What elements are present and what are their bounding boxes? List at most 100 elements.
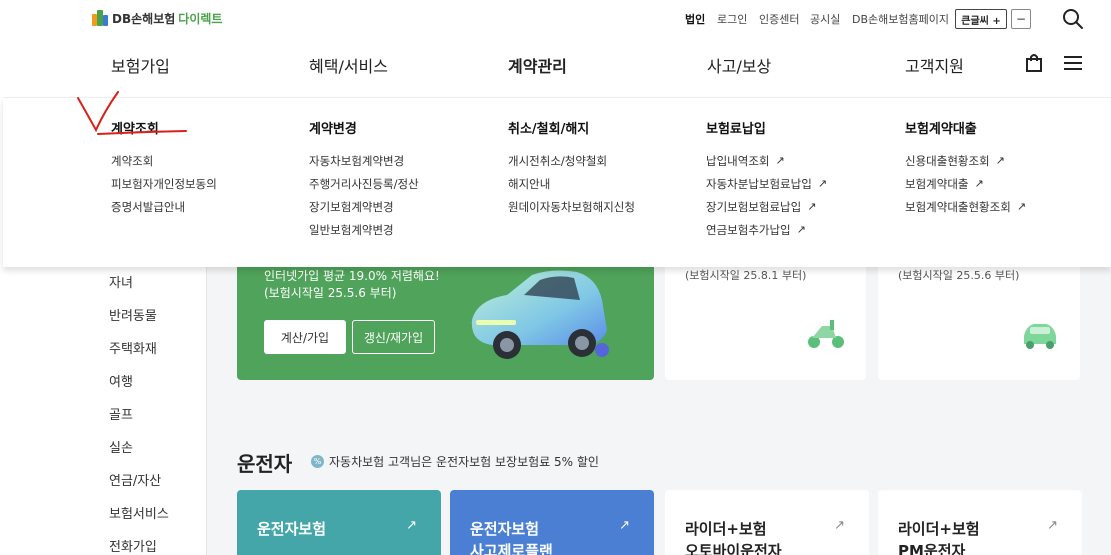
section-title-driver: 운전자 (237, 452, 293, 476)
menu-column-title[interactable]: 계약조회 (111, 118, 217, 137)
product-card-driver[interactable]: 운전자보험 ↗ (237, 490, 441, 555)
nav-item-insurance-join[interactable]: 보험가입 (111, 53, 170, 77)
mega-menu-dropdown: 계약조회 계약조회 피보험자개인정보동의 증명서발급안내 계약변경 자동차보험계… (3, 97, 1111, 267)
util-link-disclosure[interactable]: 공시실 (810, 11, 840, 27)
product-card-rider-pm[interactable]: 라이더+보험 PM운전자 ↗ (878, 490, 1082, 555)
product-subtitle: PM운전자 (898, 542, 966, 555)
product-subtitle: 오토바이운전자 (685, 542, 782, 555)
section-note-text: 자동차보험 고객님은 운전자보험 보장보험료 5% 할인 (329, 455, 599, 469)
hero-line-1: 인터넷가입 평균 19.0% 저렴해요! (264, 269, 440, 283)
menu-item[interactable]: 연금보험추가납입 ↗ (706, 218, 827, 241)
menu-item[interactable]: 주행거리사진등록/정산 (309, 172, 419, 195)
hamburger-menu-icon[interactable] (1063, 55, 1083, 71)
product-card-rider-motorbike[interactable]: 라이더+보험 오토바이운전자 ↗ (665, 490, 869, 555)
menu-item-label: 자동차분납보험료납입 (706, 176, 812, 191)
sidebar-item-pets[interactable]: 반려동물 (109, 305, 157, 324)
percent-icon: % (311, 455, 324, 468)
menu-item[interactable]: 납입내역조회 ↗ (706, 149, 827, 172)
product-subtitle: 사고제로플랜 (470, 542, 553, 555)
menu-item[interactable]: 자동차분납보험료납입 ↗ (706, 172, 827, 195)
menu-item-label: 보험계약대출현황조회 (905, 199, 1011, 214)
scooter-icon (808, 320, 844, 348)
util-link-db-homepage[interactable]: DB손해보험홈페이지 (852, 11, 949, 27)
nav-item-claims[interactable]: 사고/보상 (707, 53, 771, 77)
util-link-corporate[interactable]: 법인 (685, 11, 705, 27)
util-link-cert-center[interactable]: 인증센터 (759, 11, 799, 27)
sidebar-item-home-fire[interactable]: 주택화재 (109, 338, 157, 357)
external-link-icon: ↗ (796, 223, 806, 236)
menu-item-label: 피보험자개인정보동의 (111, 176, 217, 191)
sidebar-item-travel[interactable]: 여행 (109, 371, 133, 390)
logo-sub: 다이렉트 (178, 11, 223, 26)
menu-item-label: 일반보험계약변경 (309, 222, 394, 237)
external-link-icon: ↗ (619, 518, 630, 533)
menu-item-label: 연금보험추가납입 (706, 222, 791, 237)
product-title: 라이더+보험 (685, 520, 767, 538)
menu-item[interactable]: 증명서발급안내 (111, 195, 217, 218)
menu-item[interactable]: 피보험자개인정보동의 (111, 172, 217, 195)
sidebar-item-golf[interactable]: 골프 (109, 404, 133, 423)
nav-item-customer-support[interactable]: 고객지원 (905, 53, 964, 77)
menu-item[interactable]: 자동차보험계약변경 (309, 149, 419, 172)
renew-button[interactable]: 갱신/재가입 (352, 320, 435, 354)
page: 자녀 반려동물 주택화재 여행 골프 실손 연금/자산 보험서비스 전화가입 인… (0, 0, 1111, 555)
db-logo-icon (92, 10, 108, 26)
external-link-icon: ↗ (834, 518, 845, 533)
menu-column-title[interactable]: 보험료납입 (706, 118, 827, 137)
menu-item[interactable]: 원데이자동차보험해지신청 (508, 195, 635, 218)
util-link-login[interactable]: 로그인 (717, 11, 747, 27)
menu-item[interactable]: 장기보험계약변경 (309, 195, 419, 218)
external-link-icon: ↗ (817, 177, 828, 190)
nav-item-contract-management[interactable]: 계약관리 (508, 53, 567, 77)
hero-line-2: (보험시작일 25.5.6 부터) (264, 286, 397, 300)
external-link-icon: ↗ (995, 154, 1005, 167)
menu-item-label: 해지안내 (508, 176, 551, 191)
menu-item[interactable]: 장기보험보험료납입 ↗ (706, 195, 827, 218)
product-title: 운전자보험 (257, 520, 327, 538)
product-title: 운전자보험 (470, 520, 540, 538)
logo-brand: DB손해보험 (112, 11, 176, 26)
menu-column-policy-loan: 보험계약대출 신용대출현황조회 ↗ 보험계약대출 ↗ 보험계약대출현황조회 ↗ (905, 118, 1026, 218)
menu-item-label: 자동차보험계약변경 (309, 153, 405, 168)
card-subtitle: (보험시작일 25.5.6 부터) (898, 269, 1020, 282)
menu-column-contract-change: 계약변경 자동차보험계약변경 주행거리사진등록/정산 장기보험계약변경 일반보험… (309, 118, 419, 241)
menu-item[interactable]: 일반보험계약변경 (309, 218, 419, 241)
menu-item-label: 장기보험보험료납입 (706, 199, 802, 214)
sidebar-item-services[interactable]: 보험서비스 (109, 503, 169, 522)
menu-item-label: 개시전취소/청약철회 (508, 153, 608, 168)
sidebar-item-phone-join[interactable]: 전화가입 (109, 536, 157, 555)
calculate-join-button[interactable]: 계산/가입 (264, 320, 346, 354)
sidebar-item-children[interactable]: 자녀 (109, 272, 133, 291)
menu-column-premium-payment: 보험료납입 납입내역조회 ↗ 자동차분납보험료납입 ↗ 장기보험보험료납입 ↗ 연금보… (706, 118, 827, 241)
menu-item-label: 원데이자동차보험해지신청 (508, 199, 635, 214)
menu-item[interactable]: 보험계약대출현황조회 ↗ (905, 195, 1026, 218)
menu-item-label: 장기보험계약변경 (309, 199, 394, 214)
hero-text: 인터넷가입 평균 19.0% 저렴해요! (보험시작일 25.5.6 부터) (264, 268, 440, 302)
product-card-driver-zero[interactable]: 운전자보험 사고제로플랜 ↗ (450, 490, 654, 555)
menu-column-title[interactable]: 취소/철회/해지 (508, 118, 635, 137)
menu-item-label: 납입내역조회 (706, 153, 770, 168)
menu-item-label: 신용대출현황조회 (905, 153, 990, 168)
nav-item-benefits[interactable]: 혜택/서비스 (309, 53, 388, 77)
menu-item[interactable]: 보험계약대출 ↗ (905, 172, 1026, 195)
sidebar-item-pension[interactable]: 연금/자산 (109, 470, 161, 489)
logo[interactable]: DB손해보험 다이렉트 (91, 9, 222, 27)
menu-item[interactable]: 개시전취소/청약철회 (508, 149, 635, 172)
menu-column-title[interactable]: 보험계약대출 (905, 118, 1026, 137)
external-link-icon: ↗ (807, 200, 817, 213)
external-link-icon: ↗ (775, 154, 785, 167)
card-subtitle: (보험시작일 25.8.1 부터) (685, 269, 807, 282)
menu-item[interactable]: 신용대출현황조회 ↗ (905, 149, 1026, 172)
external-link-icon: ↗ (1047, 518, 1058, 533)
external-link-icon: ↗ (1016, 200, 1027, 213)
menu-item[interactable]: 계약조회 (111, 149, 217, 172)
font-size-up-button[interactable]: 큰글씨 + (955, 9, 1007, 29)
menu-item-label: 증명서발급안내 (111, 199, 186, 214)
menu-item[interactable]: 해지안내 (508, 172, 635, 195)
sidebar-item-medical[interactable]: 실손 (109, 437, 133, 456)
menu-column-title[interactable]: 계약변경 (309, 118, 419, 137)
shopping-bag-icon[interactable] (1025, 53, 1043, 72)
search-icon[interactable] (1062, 8, 1084, 30)
menu-column-contract-inquiry: 계약조회 계약조회 피보험자개인정보동의 증명서발급안내 (111, 118, 217, 218)
font-size-down-button[interactable]: − (1011, 9, 1031, 29)
